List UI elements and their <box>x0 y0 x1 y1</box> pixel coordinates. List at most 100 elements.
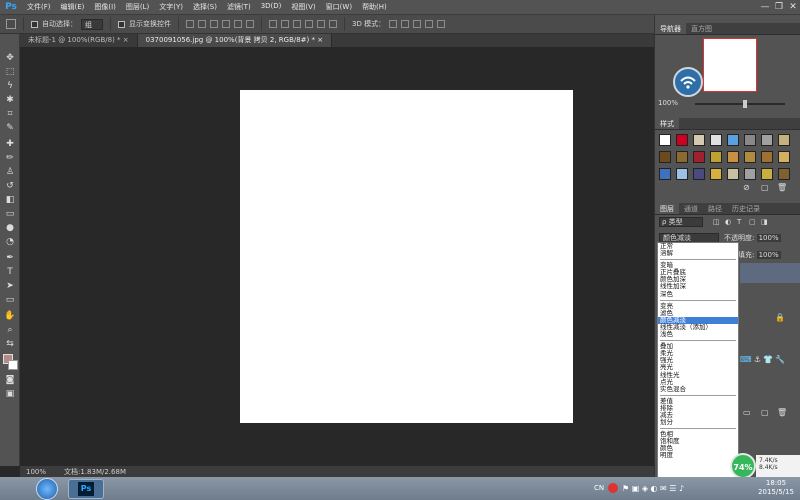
navigator-zoom[interactable]: 100% <box>658 99 678 107</box>
menu-item[interactable]: 3D(D) <box>256 2 287 12</box>
shirt-icon[interactable]: 👕 <box>763 355 773 364</box>
history-brush-tool-icon[interactable]: ↺ <box>4 180 16 192</box>
input-language[interactable]: CN <box>594 484 604 492</box>
show-transform-checkbox[interactable] <box>118 20 125 28</box>
3d-pan-icon[interactable] <box>413 20 422 28</box>
layer-filter-smart-icon[interactable]: ◨ <box>761 218 768 226</box>
tab-histogram[interactable]: 直方图 <box>686 23 717 34</box>
fill-control[interactable]: 填充: 100% <box>738 250 781 260</box>
style-swatch[interactable] <box>761 151 773 163</box>
style-swatch[interactable] <box>659 134 671 146</box>
move-tool-icon[interactable]: ✥ <box>4 52 16 64</box>
blend-mode-option[interactable]: 浅色 <box>658 330 738 338</box>
layer-filter-type-icon[interactable]: T <box>737 218 741 226</box>
style-swatch[interactable] <box>676 168 688 180</box>
3d-roll-icon[interactable] <box>401 20 410 28</box>
style-swatch[interactable] <box>727 168 739 180</box>
auto-select-dropdown[interactable]: 组 <box>81 18 103 30</box>
style-swatch[interactable] <box>676 151 688 163</box>
menu-item[interactable]: 帮助(H) <box>357 2 392 12</box>
style-swatch[interactable] <box>727 134 739 146</box>
layer-filter-adjust-icon[interactable]: ◐ <box>725 218 731 226</box>
3d-slide-icon[interactable] <box>425 20 434 28</box>
tray-icons[interactable]: ⚑ ▣ ◈ ◐ ✉ ☰ ♪ <box>622 484 684 493</box>
style-swatch[interactable] <box>659 168 671 180</box>
layer-row-selected[interactable] <box>740 263 800 283</box>
layer-filter-shape-icon[interactable]: ▢ <box>749 218 756 226</box>
blend-mode-option[interactable]: 溶解 <box>658 249 738 257</box>
3d-rotate-icon[interactable] <box>389 20 398 28</box>
start-button[interactable] <box>36 478 58 500</box>
background-color-swatch[interactable] <box>8 360 18 370</box>
distribute-top-icon[interactable] <box>269 20 277 28</box>
lasso-tool-icon[interactable]: ϟ <box>4 80 16 92</box>
tab-styles[interactable]: 样式 <box>655 118 679 129</box>
new-layer-icon[interactable]: ▢ <box>761 408 769 417</box>
distribute-left-icon[interactable] <box>305 20 313 28</box>
style-swatch[interactable] <box>778 151 790 163</box>
blur-tool-icon[interactable]: ● <box>4 222 16 234</box>
style-swatch[interactable] <box>761 134 773 146</box>
tab-close-icon[interactable]: × <box>123 36 129 44</box>
tab-history[interactable]: 历史记录 <box>727 203 765 214</box>
menu-item[interactable]: 文件(F) <box>22 2 56 12</box>
distribute-hcenter-icon[interactable] <box>317 20 325 28</box>
menu-item[interactable]: 图像(I) <box>89 2 121 12</box>
layer-kind-filter[interactable]: ρ 类型 <box>659 217 703 227</box>
path-selection-tool-icon[interactable]: ➤ <box>4 280 16 292</box>
style-swatch[interactable] <box>659 151 671 163</box>
style-swatch[interactable] <box>778 134 790 146</box>
menu-item[interactable]: 滤镜(T) <box>222 2 256 12</box>
crop-tool-icon[interactable]: ⌗ <box>4 108 16 120</box>
tab-close-icon[interactable]: × <box>317 36 323 44</box>
style-swatch[interactable] <box>744 168 756 180</box>
style-swatch[interactable] <box>693 151 705 163</box>
menu-item[interactable]: 文字(Y) <box>154 2 188 12</box>
style-swatch[interactable] <box>710 134 722 146</box>
3d-scale-icon[interactable] <box>437 20 446 28</box>
layer-filter-pixel-icon[interactable]: ◫ <box>713 218 720 226</box>
style-swatch[interactable] <box>676 134 688 146</box>
align-bottom-icon[interactable] <box>210 20 218 28</box>
tab-paths[interactable]: 路径 <box>703 203 727 214</box>
tab-photo[interactable]: 0370091056.jpg @ 100%(背景 拷贝 2, RGB/8#) *… <box>137 34 333 47</box>
align-left-icon[interactable] <box>222 20 230 28</box>
style-swatch[interactable] <box>744 151 756 163</box>
distribute-vcenter-icon[interactable] <box>281 20 289 28</box>
dodge-tool-icon[interactable]: ◔ <box>4 236 16 248</box>
restore-button[interactable]: ❐ <box>772 2 786 12</box>
navigator-thumbnail[interactable] <box>703 38 757 92</box>
new-group-icon[interactable]: ▭ <box>743 408 751 417</box>
distribute-right-icon[interactable] <box>329 20 337 28</box>
zoom-tool-icon[interactable]: ⌕ <box>4 324 16 336</box>
style-swatch[interactable] <box>727 151 739 163</box>
style-swatch[interactable] <box>693 168 705 180</box>
blend-mode-option[interactable]: 实色混合 <box>658 385 738 393</box>
close-button[interactable]: ✕ <box>786 2 800 12</box>
shape-tool-icon[interactable]: ▭ <box>4 294 16 306</box>
menu-item[interactable]: 窗口(W) <box>321 2 357 12</box>
eyedropper-tool-icon[interactable]: ✎ <box>4 122 16 134</box>
tab-channels[interactable]: 通道 <box>679 203 703 214</box>
minimize-button[interactable]: — <box>758 2 772 12</box>
taskbar-photoshop[interactable]: Ps <box>68 479 104 499</box>
sogou-tray-icon[interactable] <box>608 483 618 493</box>
clear-style-icon[interactable]: ⊘ <box>743 183 750 192</box>
hand-tool-icon[interactable]: ✋ <box>4 310 16 322</box>
blend-mode-option[interactable]: 明度 <box>658 452 738 459</box>
new-style-icon[interactable]: ▢ <box>761 183 769 192</box>
tab-layers[interactable]: 图层 <box>655 203 679 214</box>
menu-item[interactable]: 图层(L) <box>121 2 154 12</box>
menu-item[interactable]: 选择(S) <box>188 2 222 12</box>
swap-colors-icon[interactable]: ⇆ <box>4 338 16 350</box>
move-tool-icon[interactable] <box>6 19 16 29</box>
screen-mode-icon[interactable]: ▣ <box>4 388 16 400</box>
type-tool-icon[interactable]: T <box>4 266 16 278</box>
gradient-tool-icon[interactable]: ▭ <box>4 208 16 220</box>
blend-mode-option[interactable]: 深色 <box>658 290 738 298</box>
quick-mask-icon[interactable]: ◙ <box>4 374 16 386</box>
style-swatch[interactable] <box>778 168 790 180</box>
menu-item[interactable]: 视图(V) <box>286 2 320 12</box>
tab-untitled[interactable]: 未标题-1 @ 100%(RGB/8) * × <box>20 34 138 47</box>
opacity-value[interactable]: 100% <box>756 234 781 242</box>
